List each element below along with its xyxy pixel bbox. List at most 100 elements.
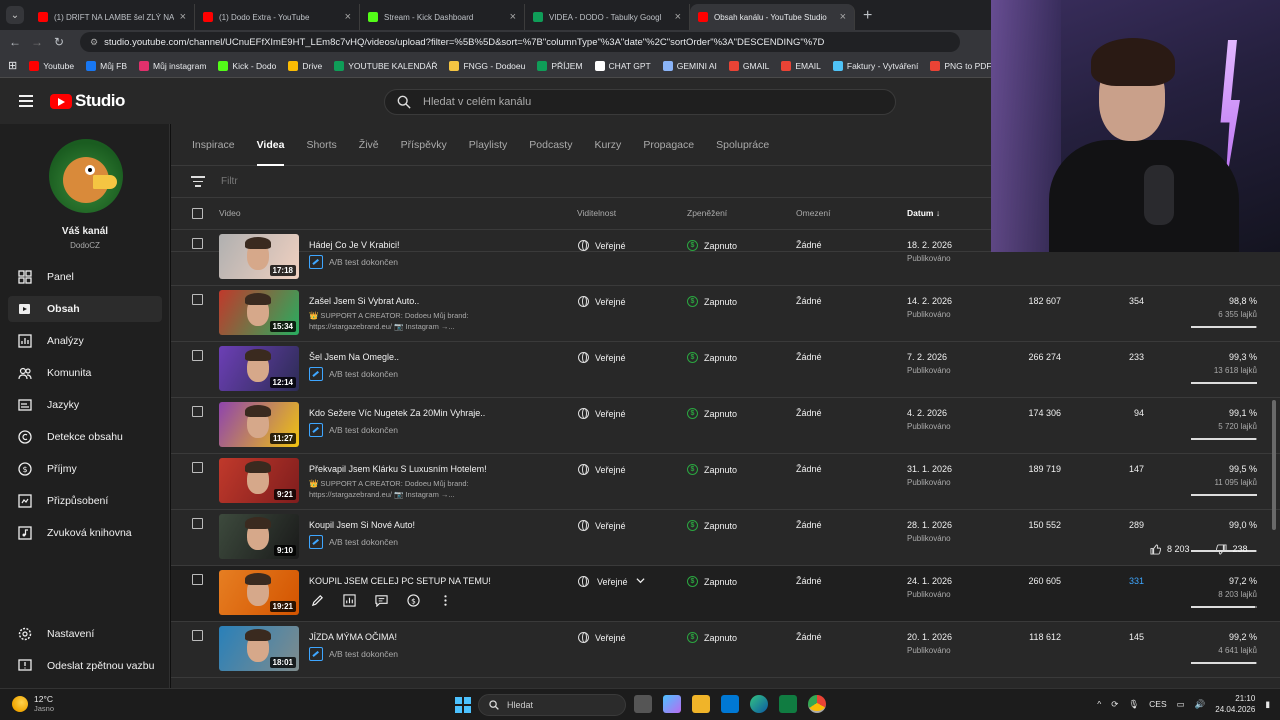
back-icon[interactable]: ← [4, 35, 26, 49]
sidebar-item-content[interactable]: Obsah [8, 296, 162, 322]
tab-inspirace[interactable]: Inspirace [192, 124, 235, 166]
menu-icon[interactable] [19, 95, 33, 107]
channel-search-input[interactable]: Hledat v celém kanálu [384, 89, 896, 115]
browser-tab[interactable]: Obsah kanálu - YouTube Studio × [690, 4, 855, 30]
video-thumbnail[interactable]: 9:10 [219, 514, 299, 559]
table-row[interactable]: 19:21 KOUPIL JSEM CELEJ PC SETUP NA TEMU!… [171, 566, 1280, 622]
row-checkbox[interactable] [192, 350, 203, 361]
bookmark-item[interactable]: YOUTUBE KALENDÁŘ [334, 60, 437, 71]
row-checkbox[interactable] [192, 238, 203, 249]
video-title[interactable]: Zašel Jsem Si Vybrat Auto.. [309, 296, 419, 306]
table-row[interactable]: 12:14 Šel Jsem Na Omegle.. A/B test dokonč… [171, 342, 1280, 398]
monetization-cell[interactable]: $ Zapnuto [687, 296, 737, 307]
site-info-icon[interactable]: ⚙ [90, 37, 98, 48]
browser-tab[interactable]: (1) DRIFT NA LAMBE šel ZLÝ NA × [30, 4, 195, 30]
monetization-icon[interactable]: $ [405, 592, 421, 608]
column-monetization[interactable]: Zpeněžení [687, 208, 727, 218]
row-checkbox[interactable] [192, 574, 203, 585]
tab-živě[interactable]: Živě [359, 124, 379, 166]
sidebar-item-analytics[interactable]: Analýzy [8, 328, 162, 354]
column-date[interactable]: Datum ↓ [907, 208, 940, 218]
apps-icon[interactable]: ⊞ [8, 59, 17, 72]
taskbar-search[interactable]: Hledat [478, 694, 626, 716]
channel-avatar[interactable] [49, 139, 123, 213]
edit-icon[interactable] [309, 592, 325, 608]
video-thumbnail[interactable]: 11:27 [219, 402, 299, 447]
comments-icon[interactable] [373, 592, 389, 608]
bookmark-item[interactable]: PNG to PDF [930, 60, 992, 71]
table-row[interactable]: 15:34 Zašel Jsem Si Vybrat Auto.. 👑 SUPPOR… [171, 286, 1280, 342]
tab-playlisty[interactable]: Playlisty [469, 124, 508, 166]
monetization-cell[interactable]: $ Zapnuto [687, 520, 737, 531]
close-tab-icon[interactable]: × [840, 11, 846, 23]
table-row[interactable]: 9:21 Překvapil Jsem Klárku S Luxusním Hot… [171, 454, 1280, 510]
close-tab-icon[interactable]: × [345, 11, 351, 23]
column-visibility[interactable]: Viditelnost [577, 208, 616, 218]
start-icon[interactable] [455, 697, 471, 713]
row-checkbox[interactable] [192, 630, 203, 641]
video-title[interactable]: Kdo Sežere Víc Nugetek Za 20Min Vyhraje.… [309, 408, 485, 418]
video-title[interactable]: Překvapil Jsem Klárku S Luxusním Hotelem… [309, 464, 487, 474]
bookmark-item[interactable]: Kick - Dodo [218, 60, 276, 71]
row-checkbox[interactable] [192, 294, 203, 305]
language-indicator[interactable]: CES [1149, 699, 1166, 709]
visibility-cell[interactable]: Veřejné [578, 408, 626, 419]
monetization-cell[interactable]: $ Zapnuto [687, 464, 737, 475]
copilot-icon[interactable] [663, 695, 681, 713]
studio-logo[interactable]: Studio [50, 91, 125, 111]
network-icon[interactable]: ▭ [1177, 699, 1185, 710]
video-title[interactable]: Koupil Jsem Si Nové Auto! [309, 520, 415, 530]
bookmark-item[interactable]: Youtube [29, 60, 74, 71]
scrollbar[interactable] [1272, 400, 1276, 530]
table-row[interactable]: 11:27 Kdo Sežere Víc Nugetek Za 20Min Vyh… [171, 398, 1280, 454]
monetization-cell[interactable]: $ Zapnuto [687, 632, 737, 643]
bookmark-item[interactable]: Drive [288, 60, 322, 71]
video-title[interactable]: Šel Jsem Na Omegle.. [309, 352, 399, 362]
more-options-icon[interactable] [437, 592, 453, 608]
video-thumbnail[interactable]: 9:21 [219, 458, 299, 503]
tab-spolupráce[interactable]: Spolupráce [716, 124, 769, 166]
monetization-cell[interactable]: $ Zapnuto [687, 576, 737, 587]
browser-tab[interactable]: (1) Dodo Extra - YouTube × [195, 4, 360, 30]
visibility-cell[interactable]: Veřejné [578, 352, 626, 363]
browser-tab[interactable]: VIDEA - DODO - Tabulky Googl × [525, 4, 690, 30]
sidebar-item-community[interactable]: Komunita [8, 360, 162, 386]
tab-propagace[interactable]: Propagace [643, 124, 694, 166]
video-thumbnail[interactable]: 15:34 [219, 290, 299, 335]
url-field[interactable]: ⚙ studio.youtube.com/channel/UCnuEFfXImE… [80, 32, 960, 52]
outlook-icon[interactable] [721, 695, 739, 713]
sidebar-item-dashboard[interactable]: Panel [8, 264, 162, 290]
browser-tab[interactable]: Stream - Kick Dashboard × [360, 4, 525, 30]
bookmark-item[interactable]: CHAT GPT [594, 60, 651, 71]
video-thumbnail[interactable]: 17:18 [219, 234, 299, 279]
bookmark-item[interactable]: Faktury - Vytváření [832, 60, 918, 71]
bookmark-item[interactable]: PŘÍJEM [537, 60, 583, 71]
filter-icon[interactable] [191, 176, 205, 187]
sidebar-item-copyright[interactable]: Detekce obsahu [8, 424, 162, 450]
video-title[interactable]: Hádej Co Je V Krabici! [309, 240, 400, 250]
tab-kurzy[interactable]: Kurzy [594, 124, 621, 166]
mic-icon[interactable]: 🎙 [1128, 699, 1139, 710]
visibility-cell[interactable]: Veřejné [578, 296, 626, 307]
bookmark-item[interactable]: GMAIL [728, 60, 769, 71]
sidebar-item-customize[interactable]: Přizpůsobení [8, 488, 162, 514]
column-restrictions[interactable]: Omezení [796, 208, 831, 218]
close-tab-icon[interactable]: × [675, 11, 681, 23]
sidebar-item-audio-library[interactable]: Zvuková knihovna [8, 520, 162, 546]
monetization-cell[interactable]: $ Zapnuto [687, 408, 737, 419]
analytics-icon[interactable] [341, 592, 357, 608]
row-checkbox[interactable] [192, 406, 203, 417]
notification-icon[interactable]: ▮ [1265, 699, 1270, 710]
clock[interactable]: 21:10 24.04.2026 [1215, 693, 1255, 715]
tab-příspěvky[interactable]: Příspěvky [401, 124, 447, 166]
comments-cell[interactable]: 331 [1129, 576, 1144, 586]
close-tab-icon[interactable]: × [510, 11, 516, 23]
video-thumbnail[interactable]: 19:21 [219, 570, 299, 615]
video-title[interactable]: KOUPIL JSEM CELEJ PC SETUP NA TEMU! [309, 576, 491, 586]
visibility-cell[interactable]: Veřejné [578, 240, 626, 251]
row-checkbox[interactable] [192, 462, 203, 473]
tab-podcasty[interactable]: Podcasty [529, 124, 572, 166]
visibility-cell[interactable]: Veřejné [578, 520, 626, 531]
video-thumbnail[interactable]: 12:14 [219, 346, 299, 391]
visibility-cell[interactable]: Veřejné [578, 632, 626, 643]
